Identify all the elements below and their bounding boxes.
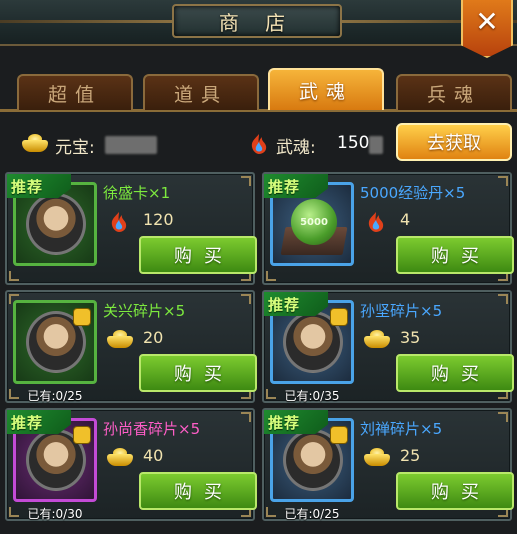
item-name: 孙尚香碎片×5	[103, 420, 201, 438]
shop-item-card: 关兴碎片×5 20 已有:0/25 购买	[5, 290, 257, 403]
shop-item-card: 推荐 刘禅碎片×5 25 已有:0/25 购买	[262, 408, 514, 521]
shop-item-card: 推荐 孙尚香碎片×5 40 已有:0/30 购买	[5, 408, 257, 521]
fragment-icon	[74, 427, 90, 443]
tab-bar: 超值 道具 武魂 兵魂	[0, 62, 517, 112]
ingot-value-redacted	[105, 136, 157, 154]
tab-martial-soul[interactable]: 武魂	[268, 68, 384, 110]
fragment-icon	[74, 309, 90, 325]
item-name: 徐盛卡×1	[103, 184, 171, 202]
exp-pill-icon: 5000	[291, 199, 337, 245]
soul-flame-icon	[111, 212, 127, 232]
item-price: 35	[400, 328, 421, 347]
ingot-icon	[22, 134, 48, 152]
tab-soldier-soul[interactable]: 兵魂	[396, 74, 512, 110]
ingot-icon	[364, 330, 390, 348]
currency-bar: 元宝: 武魂: 150 去获取	[0, 118, 517, 170]
shop-title: 商 店	[172, 4, 342, 38]
tab-value[interactable]: 超值	[17, 74, 133, 110]
ingot-icon	[107, 448, 133, 466]
owned-count: 已有:0/25	[27, 389, 83, 403]
recommended-badge: 推荐	[7, 174, 71, 198]
soul-label: 武魂:	[276, 138, 316, 158]
item-name: 刘禅碎片×5	[360, 420, 443, 438]
fragment-icon	[331, 309, 347, 325]
recommended-badge: 推荐	[264, 174, 328, 198]
item-price: 4	[400, 210, 411, 229]
soul-flame-icon	[251, 134, 267, 154]
recommended-badge: 推荐	[264, 292, 328, 316]
shop-item-card: 推荐 孙坚碎片×5 35 已有:0/35 购买	[262, 290, 514, 403]
hero-portrait[interactable]	[13, 300, 97, 384]
item-name: 孙坚碎片×5	[360, 302, 443, 320]
header-bar: 商 店 ✕	[0, 0, 517, 58]
shop-item-card: 推荐 徐盛卡×1 120 购买	[5, 172, 257, 285]
recommended-badge: 推荐	[7, 410, 71, 434]
item-price: 25	[400, 446, 421, 465]
tab-items[interactable]: 道具	[143, 74, 259, 110]
item-name: 5000经验丹×5	[360, 184, 466, 202]
close-button[interactable]: ✕	[461, 0, 513, 58]
soul-value-redacted	[369, 136, 383, 154]
buy-button[interactable]: 购买	[139, 472, 257, 510]
get-more-button[interactable]: 去获取	[396, 123, 512, 161]
buy-button[interactable]: 购买	[396, 472, 514, 510]
ingot-icon	[364, 448, 390, 466]
soul-value: 150	[337, 133, 370, 153]
item-name: 关兴碎片×5	[103, 302, 186, 320]
recommended-badge: 推荐	[264, 410, 328, 434]
buy-button[interactable]: 购买	[396, 354, 514, 392]
ingot-icon	[107, 330, 133, 348]
item-price: 120	[143, 210, 174, 229]
owned-count: 已有:0/25	[284, 507, 340, 521]
fragment-icon	[331, 427, 347, 443]
soul-flame-icon	[368, 212, 384, 232]
owned-count: 已有:0/30	[27, 507, 83, 521]
owned-count: 已有:0/35	[284, 389, 340, 403]
ingot-label: 元宝:	[55, 138, 95, 158]
buy-button[interactable]: 购买	[139, 354, 257, 392]
close-icon: ✕	[475, 5, 499, 38]
buy-button[interactable]: 购买	[139, 236, 257, 274]
shop-item-card: 5000 推荐 5000经验丹×5 4 购买	[262, 172, 514, 285]
item-price: 40	[143, 446, 164, 465]
item-price: 20	[143, 328, 164, 347]
buy-button[interactable]: 购买	[396, 236, 514, 274]
